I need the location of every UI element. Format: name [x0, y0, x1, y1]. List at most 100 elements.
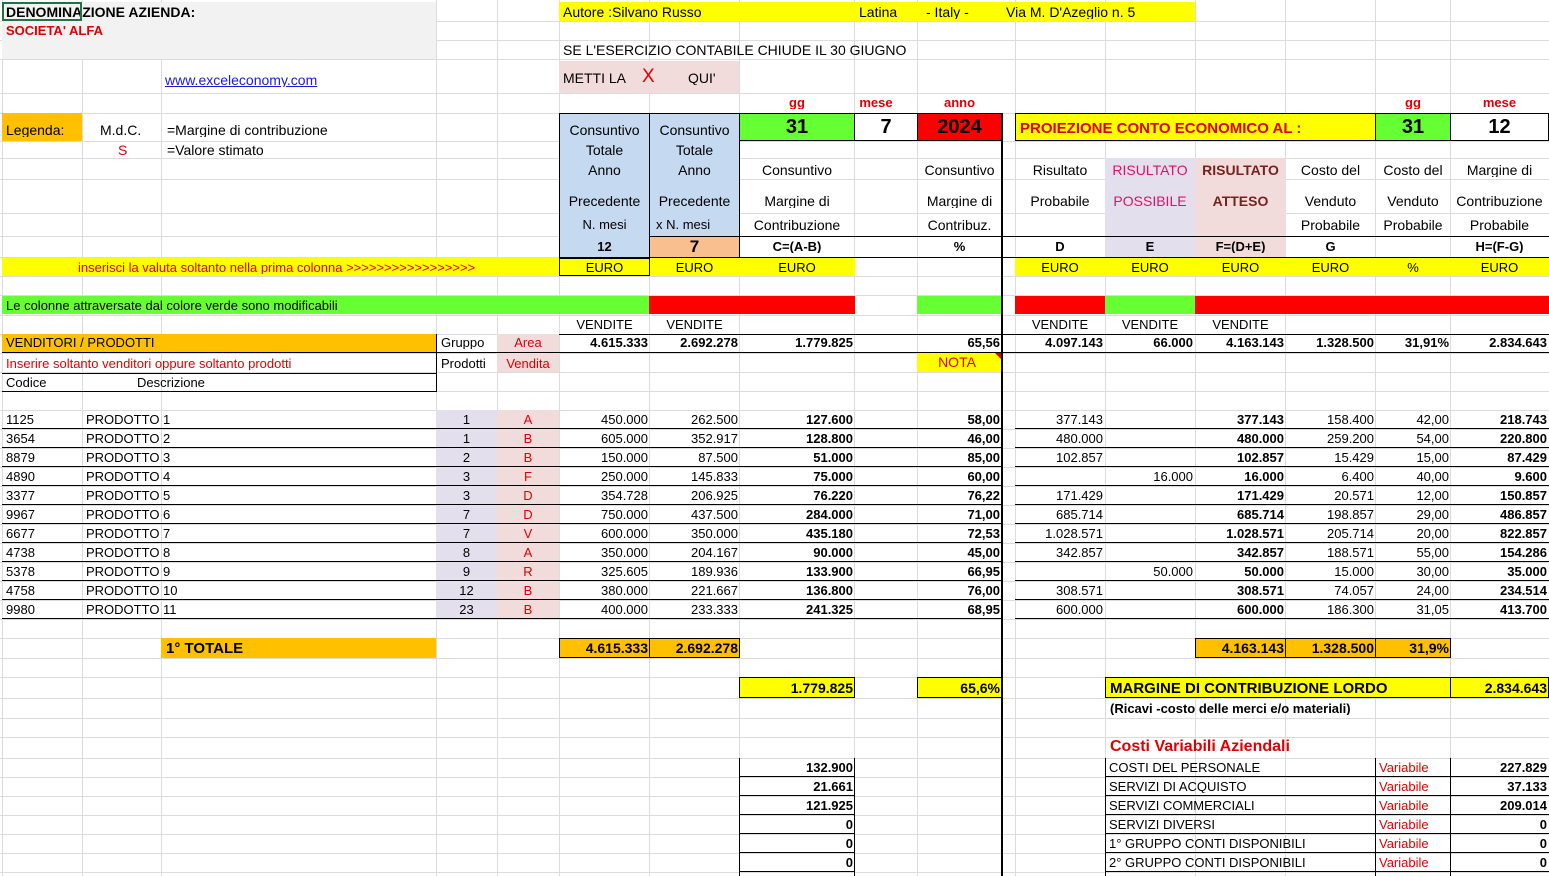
- col-g-line-3: Probabile: [1300, 218, 1361, 232]
- col-pct-formula: %: [953, 240, 966, 253]
- row-gp: 20,00: [1416, 527, 1449, 540]
- gg-value[interactable]: 31: [739, 117, 855, 137]
- row-g: 188.571: [1327, 546, 1374, 559]
- row-gp: 30,00: [1416, 565, 1449, 578]
- row-g: 259.200: [1327, 432, 1374, 445]
- anno-value[interactable]: 2024: [917, 117, 1002, 137]
- col-a-line-1: Consuntivo: [569, 123, 640, 137]
- red-strip-3: [1195, 296, 1549, 314]
- row-group: 23: [459, 603, 474, 616]
- summary-g: 1.328.500: [1316, 336, 1374, 349]
- costs-left-border: [1375, 758, 1376, 876]
- row-gp: 31,05: [1416, 603, 1449, 616]
- gridline-h: [0, 718, 1549, 719]
- mese-value[interactable]: 7: [854, 117, 918, 137]
- row-g: 158.400: [1327, 413, 1374, 426]
- row-d: 1.028.571: [1045, 527, 1103, 540]
- proj-mese-value[interactable]: 12: [1450, 117, 1549, 137]
- area-label: Area: [514, 336, 542, 349]
- total-b: 2.692.278: [675, 641, 738, 655]
- row-h: 413.700: [1500, 603, 1547, 616]
- col-h-line-3: Probabile: [1469, 218, 1530, 232]
- green-strip-3: [1105, 296, 1195, 314]
- company-name[interactable]: SOCIETA' ALFA: [4, 24, 105, 37]
- row-area: V: [523, 527, 533, 540]
- row-d: 685.714: [1056, 508, 1103, 521]
- row-a: 605.000: [601, 432, 648, 445]
- col-c-line-3: Contribuzione: [753, 218, 841, 232]
- col-a-months[interactable]: 12: [559, 240, 650, 253]
- row-code: 4890: [6, 470, 35, 483]
- nota-label[interactable]: NOTA: [917, 355, 997, 369]
- proj-gg-label: gg: [1405, 96, 1421, 109]
- anno-label: anno: [943, 96, 976, 109]
- row-code: 3377: [6, 489, 35, 502]
- cost-value: 37.133: [1507, 780, 1547, 793]
- row-desc: PRODOTTO 6: [86, 508, 171, 521]
- total-gp: 31,9%: [1409, 641, 1449, 655]
- margin-c: 1.779.825: [790, 681, 853, 695]
- website-link[interactable]: www.exceleconomy.com: [163, 73, 319, 87]
- gridline-h: [0, 872, 1549, 873]
- vendita-label: Vendita: [506, 357, 550, 370]
- summary-a: 4.615.333: [590, 336, 648, 349]
- row-c: 435.180: [806, 527, 853, 540]
- summary-e: 66.000: [1153, 336, 1193, 349]
- legend-label: Legenda:: [6, 123, 65, 137]
- gridline-h: [0, 141, 1549, 142]
- row-area: B: [523, 451, 533, 464]
- col-pct-line-3: Contribuz.: [927, 218, 992, 232]
- row-f: 308.571: [1237, 584, 1284, 597]
- gg-label: gg: [789, 96, 805, 109]
- row-area: D: [523, 508, 533, 521]
- total-a: 4.615.333: [585, 641, 648, 655]
- row-d: 600.000: [1056, 603, 1103, 616]
- row-area: B: [523, 432, 533, 445]
- x-mark[interactable]: X: [640, 67, 657, 86]
- row-f: 377.143: [1237, 413, 1284, 426]
- row-a: 354.728: [601, 489, 648, 502]
- section-border-1: [2, 352, 559, 353]
- proj-gg-value[interactable]: 31: [1375, 117, 1451, 137]
- row-b: 233.333: [691, 603, 738, 616]
- euro-a[interactable]: EURO: [559, 261, 650, 274]
- col-f-formula: F=(D+E): [1215, 240, 1266, 253]
- row-g: 198.857: [1327, 508, 1374, 521]
- row-a: 750.000: [601, 508, 648, 521]
- row-a: 450.000: [601, 413, 648, 426]
- cost-value: 0: [1539, 837, 1547, 850]
- col-b-line-1: Consuntivo: [659, 123, 730, 137]
- euro-b: EURO: [675, 261, 714, 274]
- row-pct: 68,95: [967, 603, 1000, 616]
- selected-cell[interactable]: [2, 2, 82, 21]
- row-a: 350.000: [601, 546, 648, 559]
- red-strip-2: [1015, 296, 1105, 314]
- col-f-line-2: ATTESO: [1212, 194, 1269, 208]
- summary-border-top: [559, 334, 1549, 335]
- row-c: 51.000: [813, 451, 853, 464]
- total-f: 4.163.143: [1221, 641, 1284, 655]
- col-a-line-5: N. mesi: [582, 218, 627, 231]
- row-a: 150.000: [601, 451, 648, 464]
- col-a-line-4: Precedente: [568, 194, 641, 208]
- vendite-b: VENDITE: [666, 318, 723, 331]
- fiscal-note: SE L'ESERCIZIO CONTABILE CHIUDE IL 30 GI…: [563, 43, 907, 57]
- row-area: A: [523, 413, 533, 426]
- row-d: 377.143: [1056, 413, 1103, 426]
- row-group: 7: [462, 527, 471, 540]
- row-area: A: [523, 546, 533, 559]
- vendite-a: VENDITE: [576, 318, 633, 331]
- row-gp: 12,00: [1416, 489, 1449, 502]
- row-b: 437.500: [691, 508, 738, 521]
- vendite-e: VENDITE: [1121, 318, 1179, 331]
- row-c: 76.220: [813, 489, 853, 502]
- euro-f: EURO: [1221, 261, 1260, 274]
- row-desc: PRODOTTO 9: [86, 565, 171, 578]
- row-desc: PRODOTTO 2: [86, 432, 171, 445]
- col-b-months: 7: [689, 238, 700, 255]
- row-gp: 55,00: [1416, 546, 1449, 559]
- cost-type: Variabile: [1379, 799, 1429, 812]
- cost-left-value: 21.661: [813, 780, 853, 793]
- row-group: 1: [462, 432, 471, 445]
- green-note: Le colonne attraversate dal colore verde…: [6, 299, 338, 312]
